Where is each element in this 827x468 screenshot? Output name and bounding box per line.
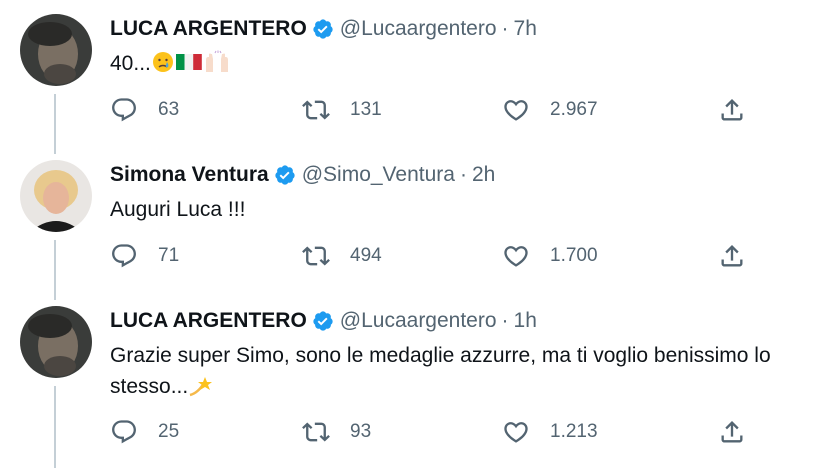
tweet[interactable]: LUCA ARGENTERO @Lucaargentero · 7h 40...…: [0, 0, 827, 146]
like-count: 1.213: [550, 421, 598, 442]
retweet-count: 93: [350, 421, 372, 442]
handle[interactable]: @Simo_Ventura: [302, 162, 455, 188]
italy-flag-emoji: [175, 54, 202, 70]
raised-hands-emoji: [205, 50, 228, 72]
reply-button[interactable]: 71: [110, 242, 179, 270]
like-count: 1.700: [550, 245, 598, 266]
reply-icon: [112, 98, 136, 122]
display-name[interactable]: LUCA ARGENTERO: [110, 308, 307, 334]
share-icon: [721, 421, 743, 443]
heart-icon: [504, 246, 528, 267]
heart-icon: [504, 100, 528, 121]
reply-button[interactable]: 63: [110, 96, 179, 124]
share-button[interactable]: [718, 418, 746, 446]
share-button[interactable]: [718, 96, 746, 124]
tweet[interactable]: LUCA ARGENTERO @Lucaargentero · 1h Grazi…: [0, 292, 827, 468]
tweet-text-content: 40...: [110, 52, 151, 75]
dizzy-star-emoji: [189, 377, 213, 397]
like-button[interactable]: 2.967: [502, 96, 598, 124]
reply-count: 25: [158, 421, 180, 442]
reply-button[interactable]: 25: [110, 418, 179, 446]
timestamp[interactable]: 2h: [472, 162, 495, 188]
handle[interactable]: @Lucaargentero: [340, 16, 497, 42]
reply-icon: [112, 420, 136, 444]
avatar[interactable]: [20, 14, 92, 86]
reply-icon: [112, 244, 136, 268]
retweet-count: 131: [350, 99, 382, 120]
tweet-text: Grazie super Simo, sono le medaglie azzu…: [110, 340, 817, 402]
reply-count: 63: [158, 99, 180, 120]
share-icon: [721, 99, 743, 121]
separator-dot: ·: [459, 163, 467, 186]
verified-badge-icon: [313, 311, 333, 331]
retweet-icon: [302, 246, 330, 266]
tweet-text-line: Grazie super Simo, sono le medaglie azzu…: [110, 344, 771, 367]
verified-badge-icon: [313, 19, 333, 39]
retweet-button[interactable]: 494: [302, 242, 382, 270]
retweet-count: 494: [350, 245, 382, 266]
retweet-button[interactable]: 131: [302, 96, 382, 124]
tweet-text: 40...: [110, 48, 817, 79]
share-icon: [721, 245, 743, 267]
tweet-text: Auguri Luca !!!: [110, 198, 246, 221]
timestamp[interactable]: 1h: [514, 308, 537, 334]
tweet[interactable]: Simona Ventura @Simo_Ventura · 2h Auguri…: [0, 146, 827, 292]
retweet-button[interactable]: 93: [302, 418, 371, 446]
tweet-text-content: stesso...: [110, 375, 189, 398]
like-button[interactable]: 1.213: [502, 418, 598, 446]
like-button[interactable]: 1.700: [502, 242, 598, 270]
reply-count: 71: [158, 245, 180, 266]
tweet-text-line: stesso...: [110, 371, 817, 402]
separator-dot: ·: [501, 17, 509, 40]
display-name[interactable]: Simona Ventura: [110, 162, 269, 188]
display-name[interactable]: LUCA ARGENTERO: [110, 16, 307, 42]
retweet-icon: [302, 422, 330, 442]
avatar[interactable]: [20, 306, 92, 378]
avatar[interactable]: [20, 160, 92, 232]
heart-icon: [504, 422, 528, 443]
verified-badge-icon: [275, 165, 295, 185]
timestamp[interactable]: 7h: [514, 16, 537, 42]
retweet-icon: [302, 100, 330, 120]
separator-dot: ·: [501, 309, 509, 332]
like-count: 2.967: [550, 99, 598, 120]
handle[interactable]: @Lucaargentero: [340, 308, 497, 334]
crying-face-emoji: [152, 52, 173, 72]
share-button[interactable]: [718, 242, 746, 270]
